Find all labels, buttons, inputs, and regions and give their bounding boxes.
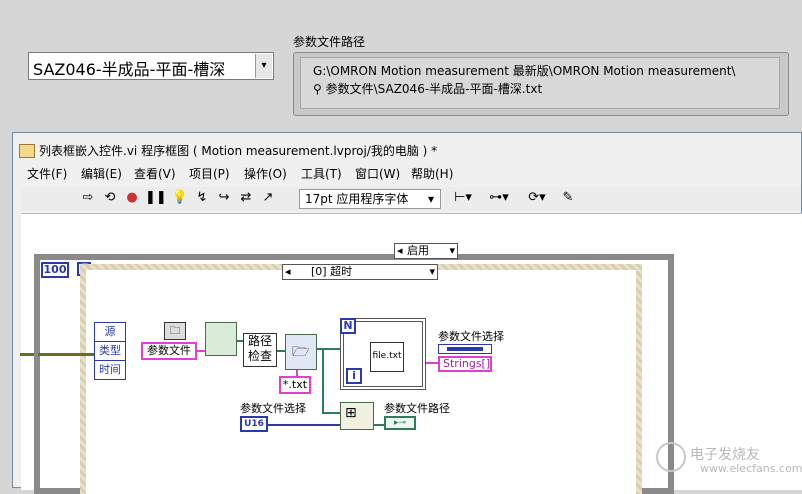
wire-path-2	[277, 350, 285, 352]
event-data-item: 源	[95, 323, 125, 342]
path-line-2-text: 参数文件\SAZ046-半成品-平面-槽深.txt	[325, 82, 543, 96]
index-array-icon: ⊞	[345, 405, 357, 421]
index-array-node[interactable]: ⊞	[340, 402, 374, 430]
event-data-item: 时间	[99, 363, 121, 376]
path-indicator: G:\OMRON Motion measurement 最新版\OMRON Mo…	[293, 52, 789, 116]
event-selector-label: [0] 超时	[311, 265, 353, 278]
wire-to-path	[374, 424, 384, 426]
list-folder-node[interactable]: 🗁	[285, 334, 317, 370]
highlight-execution-icon[interactable]: 💡	[171, 189, 189, 207]
listbox-property-bar	[447, 347, 483, 351]
decrement-icon[interactable]: ◂	[397, 244, 403, 258]
select-label: 参数文件选择	[240, 402, 306, 415]
strings-property: Strings[]	[438, 356, 492, 372]
path-icon: ⚲	[313, 82, 326, 96]
build-path-node[interactable]	[205, 322, 237, 356]
toolbar: ⇨ ⟲ ● ❚❚ 💡 ↯ ↪ ⇄ ↗ 17pt 应用程序字体 ▾ ⊢▾ ⊶▾ ⟳▾…	[21, 187, 801, 211]
param-file-constant[interactable]: 参数文件	[141, 342, 197, 360]
path-check-line: 检查	[247, 349, 272, 363]
u16-terminal[interactable]: U16	[240, 416, 268, 432]
wire-to-index	[322, 412, 342, 414]
strip-path-node[interactable]: file.txt	[370, 342, 404, 372]
menu-view[interactable]: 查看(V)	[134, 165, 176, 182]
decrement-icon[interactable]: ◂	[285, 265, 291, 279]
chevron-down-icon: ▾	[427, 192, 434, 206]
window-title: 列表框嵌入控件.vi 程序框图 ( Motion measurement.lvp…	[39, 144, 438, 158]
menu-tools[interactable]: 工具(T)	[301, 165, 342, 182]
path-indicator-terminal-label: 参数文件路径	[384, 402, 450, 415]
font-select[interactable]: 17pt 应用程序字体 ▾	[299, 189, 441, 209]
wire-into-event	[38, 353, 96, 356]
path-indicator-terminal[interactable]: ▸⊸	[384, 416, 416, 430]
font-select-value: 17pt 应用程序字体	[305, 192, 409, 206]
listbox-label: 参数文件选择	[438, 330, 504, 343]
folder-icon[interactable]: 🗀	[164, 322, 186, 340]
run-icon[interactable]: ⇨	[79, 189, 97, 207]
pause-icon[interactable]: ❚❚	[145, 189, 167, 207]
combo-value: SAZ046-半成品-平面-槽深	[33, 60, 226, 79]
path-line-2: ⚲ 参数文件\SAZ046-半成品-平面-槽深.txt	[313, 80, 773, 98]
watermark-url: www.elecfans.com	[700, 462, 802, 475]
align-objects-icon[interactable]: ⊢▾	[451, 189, 475, 207]
path-check-line: 路径	[247, 334, 272, 348]
menu-bar: 文件(F) 编辑(E) 查看(V) 项目(P) 操作(O) 工具(T) 窗口(W…	[13, 165, 802, 183]
case-selector[interactable]: ◂ 启用 ▾	[394, 243, 458, 259]
case-selector-label: 启用	[407, 244, 429, 257]
menu-file[interactable]: 文件(F)	[27, 165, 67, 182]
path-indicator-value: G:\OMRON Motion measurement 最新版\OMRON Mo…	[300, 57, 780, 109]
path-indicator-label: 参数文件路径	[293, 35, 366, 49]
watermark-title: 电子发烧友	[690, 447, 760, 463]
loop-iteration-terminal: i	[346, 368, 362, 384]
timeout-constant[interactable]: 100	[41, 262, 69, 278]
config-combobox[interactable]: SAZ046-半成品-平面-槽深 ▾	[28, 52, 274, 80]
watermark-logo	[656, 442, 686, 472]
chevron-down-icon[interactable]: ▾	[429, 265, 435, 279]
wire-strings	[426, 362, 438, 364]
listbox-property-node[interactable]	[438, 344, 492, 354]
loop-count-terminal: N	[340, 318, 356, 334]
menu-project[interactable]: 项目(P)	[189, 165, 230, 182]
window-title-bar: 列表框嵌入控件.vi 程序框图 ( Motion measurement.lvp…	[13, 141, 802, 161]
event-selector[interactable]: ◂ [0] 超时 ▾	[282, 264, 438, 280]
menu-operate[interactable]: 操作(O)	[244, 165, 287, 182]
menu-window[interactable]: 窗口(W)	[355, 165, 400, 182]
cleanup-diagram-icon[interactable]: ✎	[559, 189, 577, 207]
wire-down	[322, 350, 324, 414]
step-out-icon[interactable]: ↗	[259, 189, 277, 207]
chevron-down-icon[interactable]: ▾	[255, 54, 272, 78]
event-data-node[interactable]: 源 类型 时间	[94, 322, 126, 380]
retain-wire-values-icon[interactable]: ↯	[193, 189, 211, 207]
chevron-down-icon[interactable]: ▾	[449, 244, 455, 258]
distribute-objects-icon[interactable]: ⊶▾	[487, 189, 511, 207]
event-data-item: 类型	[95, 342, 125, 361]
reorder-icon[interactable]: ⟳▾	[525, 189, 549, 207]
path-check-subvi[interactable]: 路径 检查	[243, 333, 277, 367]
menu-help[interactable]: 帮助(H)	[411, 165, 453, 182]
path-line-1: G:\OMRON Motion measurement 最新版\OMRON Mo…	[313, 64, 736, 78]
step-into-icon[interactable]: ↪	[215, 189, 233, 207]
list-folder-icon: 🗁	[292, 344, 310, 360]
wire-u16	[268, 424, 342, 426]
pattern-constant[interactable]: *.txt	[279, 376, 311, 394]
menu-edit[interactable]: 编辑(E)	[81, 165, 122, 182]
vi-icon	[19, 144, 35, 158]
abort-icon[interactable]: ●	[123, 189, 141, 207]
step-over-icon[interactable]: ⇄	[237, 189, 255, 207]
run-continuous-icon[interactable]: ⟲	[101, 189, 119, 207]
